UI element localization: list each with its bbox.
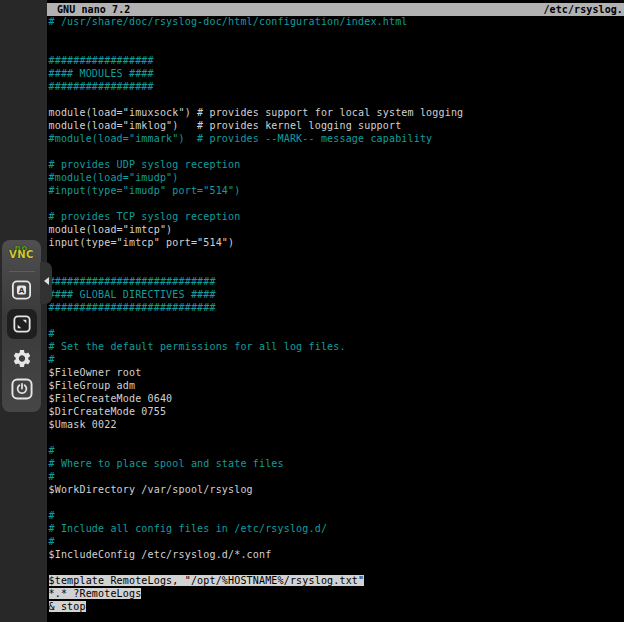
terminal-line: #input(type="imudp" port="514") xyxy=(49,184,624,197)
terminal-line: #module(load="immark") # provides --MARK… xyxy=(49,132,624,145)
editor-content[interactable]: # /usr/share/doc/rsyslog-doc/html/config… xyxy=(49,15,624,613)
terminal-line xyxy=(49,431,624,444)
terminal-line xyxy=(49,249,624,262)
terminal-line xyxy=(49,145,624,158)
desktop-background: GNU nano 7.2 /etc/rsyslog. # /usr/share/… xyxy=(0,0,624,622)
power-button[interactable] xyxy=(11,378,33,400)
terminal-line: # xyxy=(49,535,624,548)
terminal-line: # xyxy=(49,470,624,483)
terminal-line: ################# xyxy=(49,54,624,67)
terminal-line: input(type="imtcp" port="514") xyxy=(49,236,624,249)
terminal-line: # xyxy=(49,509,624,522)
terminal-line: $template RemoteLogs, "/opt/%HOSTNAME%/r… xyxy=(49,574,624,587)
collapse-arrow-icon xyxy=(44,277,49,285)
terminal-line: *.* ?RemoteLogs xyxy=(49,587,624,600)
terminal-line: & stop xyxy=(49,600,624,613)
clipboard-button[interactable]: A xyxy=(11,280,32,300)
fullscreen-icon xyxy=(13,315,31,333)
terminal-line: # xyxy=(49,353,624,366)
terminal-line: ########################### xyxy=(49,301,624,314)
terminal-line: $FileGroup adm xyxy=(49,379,624,392)
terminal-line: # xyxy=(49,444,624,457)
terminal-line: $IncludeConfig /etc/rsyslog.d/*.conf xyxy=(49,548,624,561)
power-icon xyxy=(11,378,33,400)
control-bar-handle[interactable] xyxy=(40,262,52,304)
terminal-line xyxy=(49,496,624,509)
terminal-line: module(load="imtcp") xyxy=(49,223,624,236)
terminal-line: #module(load="imudp") xyxy=(49,171,624,184)
terminal-line: #### MODULES #### xyxy=(49,67,624,80)
terminal-line xyxy=(49,41,624,54)
terminal-line: # provides UDP syslog reception xyxy=(49,158,624,171)
novnc-logo-vnc: VNC xyxy=(2,251,41,259)
terminal-line: # Where to place spool and state files xyxy=(49,457,624,470)
terminal-line: # provides TCP syslog reception xyxy=(49,210,624,223)
terminal-line: module(load="imklog") # provides kernel … xyxy=(49,119,624,132)
terminal-line: $FileOwner root xyxy=(49,366,624,379)
terminal-line: # Set the default permissions for all lo… xyxy=(49,340,624,353)
gear-icon xyxy=(11,348,32,369)
terminal-line xyxy=(49,314,624,327)
fullscreen-button[interactable] xyxy=(7,309,37,339)
terminal-window[interactable]: GNU nano 7.2 /etc/rsyslog. # /usr/share/… xyxy=(47,0,624,622)
terminal-line xyxy=(49,197,624,210)
terminal-line: # /usr/share/doc/rsyslog-doc/html/config… xyxy=(49,15,624,28)
svg-text:A: A xyxy=(19,286,25,295)
settings-button[interactable] xyxy=(11,348,32,369)
clipboard-a-icon: A xyxy=(12,280,32,300)
terminal-line xyxy=(49,28,624,41)
terminal-line: #### GLOBAL DIRECTIVES #### xyxy=(49,288,624,301)
terminal-line xyxy=(49,561,624,574)
terminal-line: # xyxy=(49,327,624,340)
terminal-line: $WorkDirectory /var/spool/rsyslog xyxy=(49,483,624,496)
terminal-line: $Umask 0022 xyxy=(49,418,624,431)
terminal-line: module(load="imuxsock") # provides suppo… xyxy=(49,106,624,119)
terminal-line: # Include all config files in /etc/rsysl… xyxy=(49,522,624,535)
terminal-line xyxy=(49,262,624,275)
terminal-line: ########################### xyxy=(49,275,624,288)
novnc-logo: no VNC xyxy=(2,245,41,259)
terminal-line: $FileCreateMode 0640 xyxy=(49,392,624,405)
divider xyxy=(9,271,35,272)
terminal-line: $DirCreateMode 0755 xyxy=(49,405,624,418)
terminal-line xyxy=(49,93,624,106)
terminal-line: ################# xyxy=(49,80,624,93)
novnc-control-bar: no VNC A xyxy=(2,240,41,412)
